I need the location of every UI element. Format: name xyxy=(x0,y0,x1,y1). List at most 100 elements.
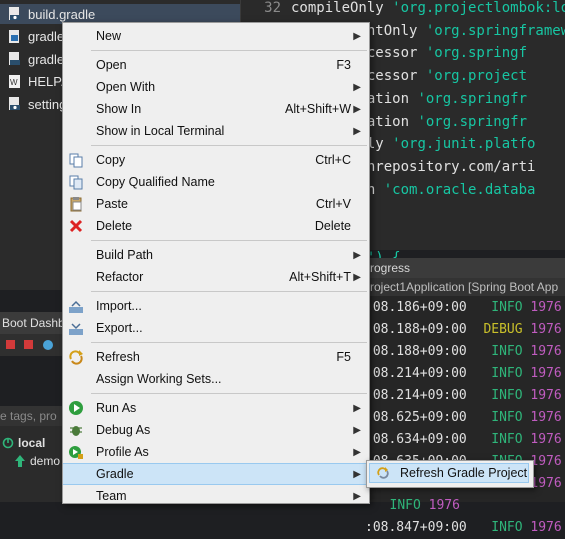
log-pid: 1976 xyxy=(530,366,562,381)
log-line: :08.214+09:00 INFO 1976 xyxy=(365,385,562,407)
menu-item-copy-qualified-name[interactable]: Copy Qualified Name xyxy=(63,171,369,193)
menu-item-profile-as[interactable]: Profile As ▶ xyxy=(63,441,369,463)
menu-item-run-as[interactable]: Run As ▶ xyxy=(63,397,369,419)
power-icon xyxy=(2,437,14,449)
code-string: 'org.springframew xyxy=(425,22,565,39)
menu-separator xyxy=(91,393,367,394)
submenu-arrow-icon: ▶ xyxy=(353,103,361,115)
submenu-arrow-icon: ▶ xyxy=(353,249,361,261)
boot-dashboard-tree: local demo xyxy=(0,426,62,502)
menu-item-export[interactable]: Export... xyxy=(63,317,369,339)
explorer-item-label: build.gradle xyxy=(28,6,96,22)
menu-item-open-with[interactable]: Open With ▶ xyxy=(63,76,369,98)
log-time: :08.186+09:00 xyxy=(365,300,467,315)
menu-item-label: New xyxy=(96,29,122,43)
menu-item-refactor[interactable]: Refactor Alt+Shift+T ▶ xyxy=(63,266,369,288)
export-icon xyxy=(68,320,84,336)
menu-separator xyxy=(91,291,367,292)
log-level: INFO xyxy=(491,366,523,381)
boot-demo-item[interactable]: demo xyxy=(14,452,60,470)
log-pid: 1976 xyxy=(530,454,562,469)
boot-toolbar-icons[interactable] xyxy=(0,334,62,356)
folder-icon xyxy=(8,29,22,44)
submenu-arrow-icon: ▶ xyxy=(353,125,361,137)
menu-item-import[interactable]: Import... xyxy=(63,295,369,317)
log-pid: 1976 xyxy=(530,410,562,425)
copy-qualified-icon xyxy=(68,174,84,190)
log-line: :08.847+09:00 INFO 1976 xyxy=(365,517,562,539)
boot-local-item[interactable]: local xyxy=(2,434,45,452)
log-level: INFO xyxy=(491,432,523,447)
run-icon xyxy=(68,400,84,416)
explorer-item[interactable]: gradle xyxy=(8,49,64,69)
log-level: INFO xyxy=(491,520,523,535)
menu-item-label: Paste xyxy=(96,197,128,211)
explorer-item-label: HELP. xyxy=(28,74,64,89)
log-pid: 1976 xyxy=(530,432,562,447)
boot-demo-label: demo xyxy=(30,454,61,468)
menu-separator xyxy=(91,145,367,146)
menu-item-label: Copy Qualified Name xyxy=(96,175,215,189)
menu-item-label: Open With xyxy=(96,80,156,94)
menu-item-debug-as[interactable]: Debug As ▶ xyxy=(63,419,369,441)
menu-item-paste[interactable]: Paste Ctrl+V xyxy=(63,193,369,215)
debug-icon xyxy=(68,422,84,438)
boot-local-label: local xyxy=(18,436,46,450)
log-time: :08.214+09:00 xyxy=(365,366,467,381)
log-time: :08.625+09:00 xyxy=(365,410,467,425)
menu-item-label: Assign Working Sets... xyxy=(96,372,222,386)
boot-filter-input[interactable]: e tags, pro xyxy=(0,406,62,426)
menu-item-label: Copy xyxy=(96,153,126,167)
log-pid: 1976 xyxy=(530,322,562,337)
menu-item-new[interactable]: New ▶ xyxy=(63,25,369,47)
submenu-arrow-icon: ▶ xyxy=(353,424,361,436)
log-line: :08.625+09:00 INFO 1976 xyxy=(365,407,562,429)
menu-item-gradle[interactable]: Gradle ▶ xyxy=(63,463,369,485)
menu-item-label: Open xyxy=(96,58,127,72)
menu-item-delete[interactable]: Delete Delete xyxy=(63,215,369,237)
code-string: 'org.springf xyxy=(425,45,528,62)
log-pid: 1976 xyxy=(530,344,562,359)
menu-item-shortcut: Ctrl+C xyxy=(315,153,351,167)
log-pid: 1976 xyxy=(428,498,460,513)
menu-item-label: Show In xyxy=(96,102,142,116)
menu-item-label: Build Path xyxy=(96,248,153,262)
code-string: 'org.springfr xyxy=(417,90,528,107)
explorer-item[interactable]: build.gradle xyxy=(0,4,248,24)
log-time: :08.214+09:00 xyxy=(365,388,467,403)
menu-item-refresh[interactable]: Refresh F5 xyxy=(63,346,369,368)
explorer-item-label: gradle xyxy=(28,51,65,67)
menu-item-build-path[interactable]: Build Path ▶ xyxy=(63,244,369,266)
gradle-file-icon xyxy=(8,97,22,111)
menu-item-label: Team xyxy=(96,489,127,503)
explorer-item-label: setting xyxy=(28,96,67,112)
line-number: 32 xyxy=(264,0,281,16)
menu-item-label: Delete xyxy=(96,219,133,233)
log-pid: 1976 xyxy=(530,300,562,315)
copy-icon xyxy=(68,152,84,168)
menu-item-show-in[interactable]: Show In Alt+Shift+W ▶ xyxy=(63,98,369,120)
menu-item-assign-working-sets[interactable]: Assign Working Sets... xyxy=(63,368,369,390)
explorer-item[interactable]: setting xyxy=(8,94,66,114)
log-time: :08.847+09:00 xyxy=(365,520,467,535)
code-text: compileOnly xyxy=(291,0,393,16)
boot-dashboard-tab[interactable]: Boot Dashbo xyxy=(0,312,62,334)
explorer-item-label: gradle xyxy=(28,29,65,44)
log-level: INFO xyxy=(389,498,421,513)
menu-item-copy[interactable]: Copy Ctrl+C xyxy=(63,149,369,171)
refresh-gradle-project-label: Refresh Gradle Project xyxy=(400,466,528,480)
menu-item-show-in-local-terminal[interactable]: Show in Local Terminal ▶ xyxy=(63,120,369,142)
menu-item-open[interactable]: Open F3 xyxy=(63,54,369,76)
up-arrow-icon xyxy=(15,455,25,467)
refresh-gradle-project-item[interactable]: Refresh Gradle Project xyxy=(369,463,529,483)
log-time: :08.634+09:00 xyxy=(365,432,467,447)
submenu-arrow-icon: ▶ xyxy=(353,271,361,283)
file-icon xyxy=(8,52,22,66)
explorer-item[interactable]: W HELP. xyxy=(8,72,64,92)
menu-item-label: Debug As xyxy=(96,423,151,437)
log-level: INFO xyxy=(491,344,523,359)
menu-item-team[interactable]: Team ▶ xyxy=(63,485,369,503)
explorer-item[interactable]: gradle xyxy=(8,27,64,47)
import-icon xyxy=(68,298,84,314)
submenu-arrow-icon: ▶ xyxy=(353,490,361,502)
